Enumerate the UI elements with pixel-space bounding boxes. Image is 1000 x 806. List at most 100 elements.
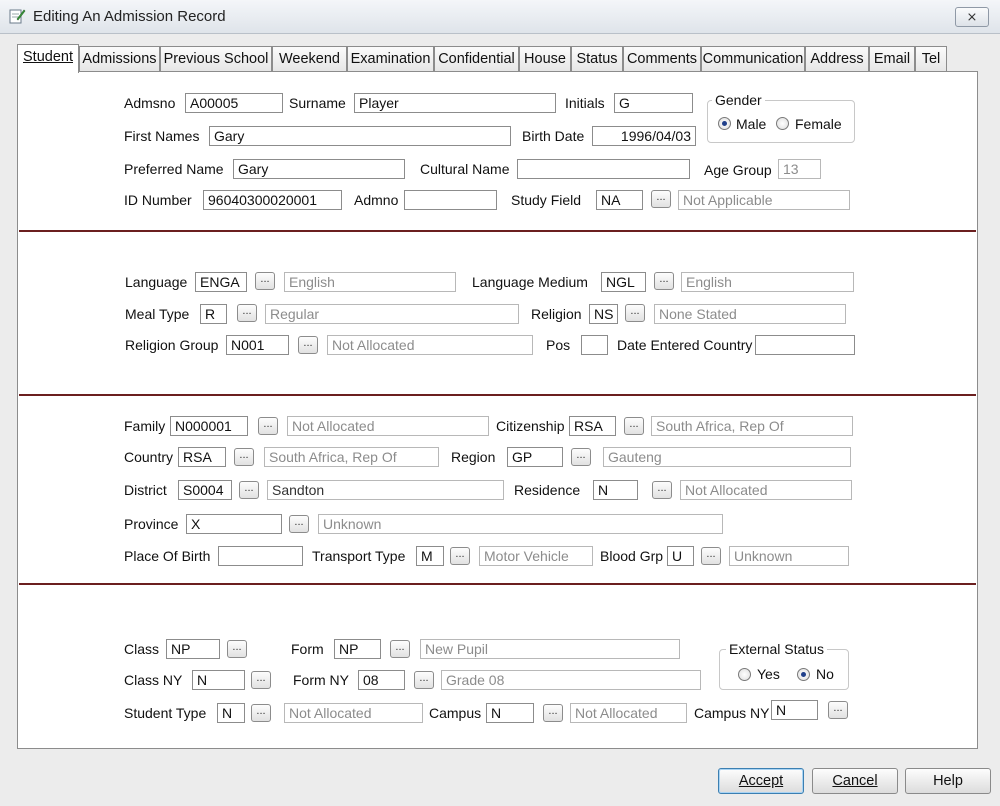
district-code[interactable]: S0004 [178, 480, 232, 500]
country-label: Country [124, 449, 174, 465]
blood-grp-lookup-button[interactable]: ... [701, 547, 721, 565]
gender-female-label: Female [795, 116, 842, 132]
pos-field[interactable] [581, 335, 608, 355]
residence-code[interactable]: N [593, 480, 638, 500]
tab-communication[interactable]: Communication [701, 46, 805, 71]
study-field-code[interactable]: NA [596, 190, 643, 210]
age-group-field: 13 [778, 159, 821, 179]
student-type-lookup-button[interactable]: ... [251, 704, 271, 722]
form-lookup-button[interactable]: ... [390, 640, 410, 658]
form-ny-desc: Grade 08 [441, 670, 701, 690]
religion-group-code[interactable]: N001 [226, 335, 289, 355]
province-desc: Unknown [318, 514, 723, 534]
form-desc: New Pupil [420, 639, 680, 659]
close-button[interactable]: ⨯ [955, 7, 989, 27]
title-bar: Editing An Admission Record ⨯ [0, 0, 1000, 34]
cultural-name-field[interactable] [517, 159, 690, 179]
region-lookup-button[interactable]: ... [571, 448, 591, 466]
country-code[interactable]: RSA [178, 447, 226, 467]
religion-lookup-button[interactable]: ... [625, 304, 645, 322]
form-ny-code[interactable]: 08 [358, 670, 405, 690]
study-field-lookup-button[interactable]: ... [651, 190, 671, 208]
external-no-radio[interactable] [797, 668, 810, 681]
date-entered-field[interactable] [755, 335, 855, 355]
blood-grp-code[interactable]: U [667, 546, 694, 566]
campus-ny-lookup-button[interactable]: ... [828, 701, 848, 719]
admsno-field[interactable]: A00005 [185, 93, 283, 113]
religion-label: Religion [531, 306, 582, 322]
initials-field[interactable]: G [614, 93, 693, 113]
family-label: Family [124, 418, 166, 434]
birth-date-field[interactable]: 1996/04/03 [592, 126, 696, 146]
first-names-field[interactable]: Gary [209, 126, 511, 146]
citizenship-lookup-button[interactable]: ... [624, 417, 644, 435]
help-button[interactable]: Help [905, 768, 991, 794]
class-ny-code[interactable]: N [192, 670, 245, 690]
transport-lookup-button[interactable]: ... [450, 547, 470, 565]
admno-field[interactable] [404, 190, 497, 210]
class-lookup-button[interactable]: ... [227, 640, 247, 658]
tab-examination[interactable]: Examination [347, 46, 434, 71]
country-lookup-button[interactable]: ... [234, 448, 254, 466]
section-divider [19, 583, 976, 585]
citizenship-code[interactable]: RSA [569, 416, 616, 436]
id-number-field[interactable]: 96040300020001 [203, 190, 342, 210]
transport-code[interactable]: M [416, 546, 444, 566]
campus-ny-code[interactable]: N [771, 700, 818, 720]
preferred-name-field[interactable]: Gary [233, 159, 405, 179]
gender-female-radio[interactable] [776, 117, 789, 130]
language-label: Language [125, 274, 188, 290]
class-code[interactable]: NP [166, 639, 220, 659]
region-label: Region [451, 449, 496, 465]
religion-code[interactable]: NS [589, 304, 618, 324]
tab-comments[interactable]: Comments [623, 46, 701, 71]
accept-button[interactable]: Accept [718, 768, 804, 794]
class-label: Class [124, 641, 160, 657]
tab-student[interactable]: Student [17, 44, 79, 73]
tab-house[interactable]: House [519, 46, 571, 71]
external-yes-radio[interactable] [738, 668, 751, 681]
place-of-birth-field[interactable] [218, 546, 303, 566]
form-code[interactable]: NP [334, 639, 381, 659]
meal-type-code[interactable]: R [200, 304, 227, 324]
religion-group-lookup-button[interactable]: ... [298, 336, 318, 354]
meal-type-lookup-button[interactable]: ... [237, 304, 257, 322]
language-code[interactable]: ENGA [195, 272, 247, 292]
campus-lookup-button[interactable]: ... [543, 704, 563, 722]
family-lookup-button[interactable]: ... [258, 417, 278, 435]
tab-status[interactable]: Status [571, 46, 623, 71]
edit-record-icon [9, 9, 26, 24]
family-code[interactable]: N000001 [170, 416, 248, 436]
student-type-desc: Not Allocated [284, 703, 423, 723]
gender-male-radio[interactable] [718, 117, 731, 130]
residence-lookup-button[interactable]: ... [652, 481, 672, 499]
tab-tel[interactable]: Tel [915, 46, 947, 71]
cancel-button[interactable]: Cancel [812, 768, 898, 794]
surname-field[interactable]: Player [354, 93, 556, 113]
campus-code[interactable]: N [486, 703, 534, 723]
district-lookup-button[interactable]: ... [239, 481, 259, 499]
tab-confidential[interactable]: Confidential [434, 46, 519, 71]
tab-admissions[interactable]: Admissions [79, 46, 160, 71]
date-entered-label: Date Entered Country [617, 337, 753, 353]
place-of-birth-label: Place Of Birth [124, 548, 211, 564]
form-ny-lookup-button[interactable]: ... [414, 671, 434, 689]
language-lookup-button[interactable]: ... [255, 272, 275, 290]
province-lookup-button[interactable]: ... [289, 515, 309, 533]
family-desc: Not Allocated [287, 416, 489, 436]
class-ny-lookup-button[interactable]: ... [251, 671, 271, 689]
external-yes-label: Yes [757, 666, 780, 682]
region-code[interactable]: GP [507, 447, 563, 467]
blood-grp-label: Blood Grp [600, 548, 664, 564]
religion-desc: None Stated [654, 304, 846, 324]
province-code[interactable]: X [186, 514, 282, 534]
residence-label: Residence [514, 482, 581, 498]
tab-previous-school[interactable]: Previous School [160, 46, 272, 71]
language-medium-code[interactable]: NGL [601, 272, 646, 292]
admno-label: Admno [354, 192, 399, 208]
student-type-code[interactable]: N [217, 703, 245, 723]
tab-address[interactable]: Address [805, 46, 869, 71]
language-medium-lookup-button[interactable]: ... [654, 272, 674, 290]
tab-weekend[interactable]: Weekend [272, 46, 347, 71]
tab-email[interactable]: Email [869, 46, 915, 71]
